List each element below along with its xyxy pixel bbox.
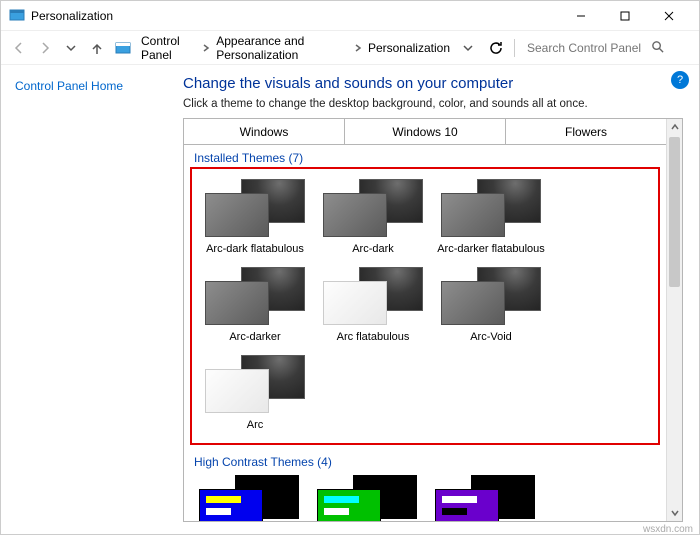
up-button[interactable] <box>87 38 107 58</box>
theme-item[interactable]: Arc-darker <box>200 267 310 343</box>
themes-panel: Windows Windows 10 Flowers Installed The… <box>183 118 683 522</box>
hc-bar <box>442 496 477 503</box>
theme-thumbnail <box>199 475 299 521</box>
content-pane: Change the visuals and sounds on your co… <box>183 65 699 535</box>
search-input[interactable] <box>527 41 647 55</box>
high-contrast-themes-grid: High Contrast #1High Contrast #2High Con… <box>184 471 666 521</box>
theme-front-image <box>205 281 269 325</box>
theme-front-image <box>323 193 387 237</box>
hc-bar <box>442 508 467 515</box>
scroll-down-button[interactable] <box>667 505 682 521</box>
breadcrumb-item[interactable]: Appearance and Personalization <box>214 32 350 64</box>
maximize-button[interactable] <box>603 1 647 31</box>
highlight-box: Arc-dark flatabulous Arc-dark Arc-darker f… <box>190 167 660 445</box>
theme-front-image <box>317 489 381 521</box>
theme-label: Arc-dark flatabulous <box>200 243 310 255</box>
hc-bar <box>206 496 241 503</box>
watermark: wsxdn.com <box>643 524 693 535</box>
chevron-right-icon <box>354 41 362 55</box>
address-icon <box>113 38 133 58</box>
theme-thumbnail <box>205 179 305 237</box>
theme-front-image <box>441 193 505 237</box>
theme-front-image <box>205 193 269 237</box>
theme-front-image <box>435 489 499 521</box>
search-icon[interactable] <box>651 40 664 56</box>
theme-label: Arc flatabulous <box>318 331 428 343</box>
nav-bar: Control Panel Appearance and Personaliza… <box>1 31 699 65</box>
installed-themes-label: Installed Themes (7) <box>184 145 666 167</box>
theme-item[interactable]: Arc-dark <box>318 179 428 255</box>
separator <box>514 39 515 57</box>
tab-windows[interactable]: Windows <box>184 119 345 144</box>
theme-thumbnail <box>441 179 541 237</box>
chevron-right-icon <box>202 41 210 55</box>
hc-bar <box>206 508 231 515</box>
hc-bar <box>324 508 349 515</box>
theme-item[interactable]: High Contrast #2 <box>312 475 422 521</box>
close-button[interactable] <box>647 1 691 31</box>
theme-item[interactable]: High Contrast Black <box>430 475 540 521</box>
theme-item[interactable]: High Contrast #1 <box>194 475 304 521</box>
window-title: Personalization <box>31 9 113 23</box>
theme-item[interactable]: Arc flatabulous <box>318 267 428 343</box>
page-heading: Change the visuals and sounds on your co… <box>183 75 683 92</box>
themes-scroll-area: Windows Windows 10 Flowers Installed The… <box>184 119 666 521</box>
theme-label: Arc-dark <box>318 243 428 255</box>
search-box[interactable] <box>521 37 691 59</box>
tab-windows10[interactable]: Windows 10 <box>345 119 506 144</box>
refresh-button[interactable] <box>484 36 508 60</box>
theme-item[interactable]: Arc-Void <box>436 267 546 343</box>
high-contrast-label: High Contrast Themes (4) <box>184 449 666 471</box>
page-subtext: Click a theme to change the desktop back… <box>183 98 683 110</box>
theme-thumbnail <box>205 267 305 325</box>
hc-bar <box>324 496 359 503</box>
theme-item[interactable]: Arc-darker flatabulous <box>436 179 546 255</box>
theme-item[interactable]: Arc-dark flatabulous <box>200 179 310 255</box>
forward-button[interactable] <box>35 38 55 58</box>
theme-label: Arc-Void <box>436 331 546 343</box>
theme-label: Arc-darker <box>200 331 310 343</box>
breadcrumb-item[interactable]: Personalization <box>366 39 452 57</box>
scroll-up-button[interactable] <box>667 119 682 135</box>
breadcrumb: Control Panel Appearance and Personaliza… <box>139 32 452 64</box>
personalization-icon <box>9 8 25 24</box>
back-button[interactable] <box>9 38 29 58</box>
control-panel-home-link[interactable]: Control Panel Home <box>15 79 123 93</box>
title-bar: Personalization <box>1 1 699 31</box>
theme-thumbnail <box>323 267 423 325</box>
recent-locations-button[interactable] <box>61 38 81 58</box>
theme-thumbnail <box>317 475 417 521</box>
theme-thumbnail <box>435 475 535 521</box>
theme-front-image <box>205 369 269 413</box>
theme-label: Arc-darker flatabulous <box>436 243 546 255</box>
sidebar: Control Panel Home <box>1 65 183 535</box>
scrollbar-thumb[interactable] <box>669 137 680 287</box>
tab-flowers[interactable]: Flowers <box>506 119 666 144</box>
breadcrumb-item[interactable]: Control Panel <box>139 32 198 64</box>
theme-item[interactable]: Arc <box>200 355 310 431</box>
theme-category-tabs: Windows Windows 10 Flowers <box>184 119 666 145</box>
theme-thumbnail <box>205 355 305 413</box>
help-button[interactable]: ? <box>671 71 689 89</box>
minimize-button[interactable] <box>559 1 603 31</box>
theme-thumbnail <box>441 267 541 325</box>
theme-front-image <box>199 489 263 521</box>
address-dropdown-button[interactable] <box>458 38 478 58</box>
main-area: ? Control Panel Home Change the visuals … <box>1 65 699 535</box>
theme-label: Arc <box>200 419 310 431</box>
theme-front-image <box>441 281 505 325</box>
theme-front-image <box>323 281 387 325</box>
theme-thumbnail <box>323 179 423 237</box>
vertical-scrollbar[interactable] <box>666 119 682 521</box>
installed-themes-grid: Arc-dark flatabulous Arc-dark Arc-darker f… <box>196 175 654 439</box>
